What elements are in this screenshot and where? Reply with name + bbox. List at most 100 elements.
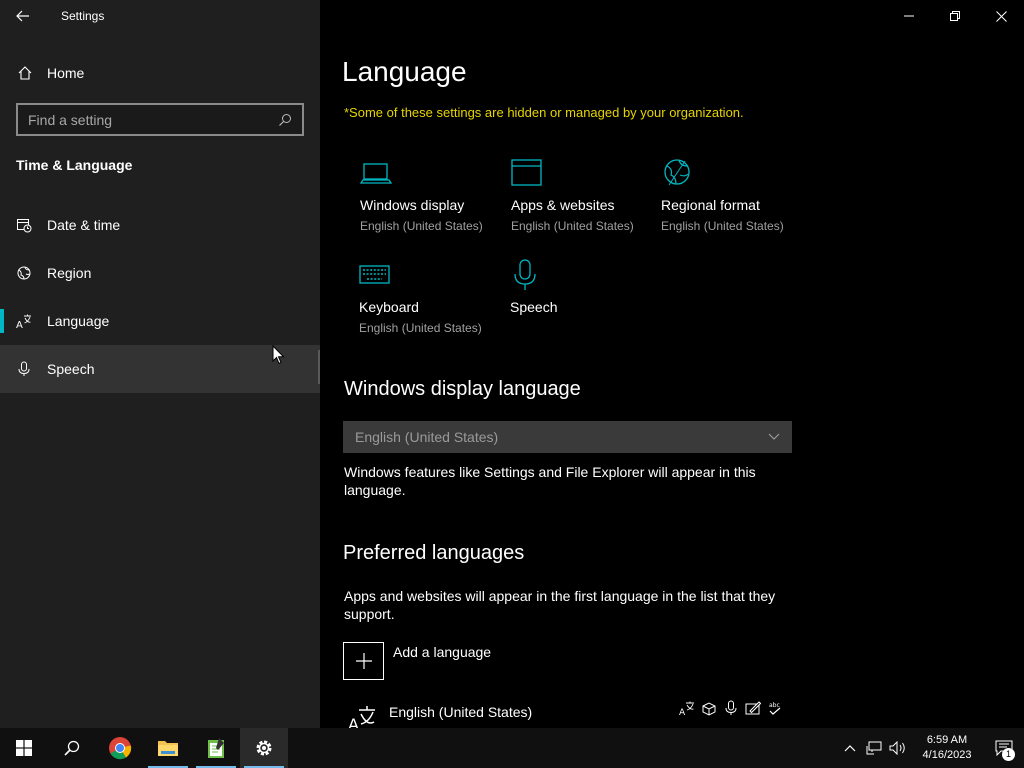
- search-icon: [64, 740, 80, 756]
- date-time-icon: [16, 217, 32, 233]
- close-icon: [995, 10, 1007, 22]
- sidebar-item-language[interactable]: A Language: [0, 297, 320, 345]
- tile-subtitle: English (United States): [360, 219, 483, 233]
- tile-apps-websites[interactable]: Apps & websites English (United States): [511, 157, 661, 233]
- tile-title: Keyboard: [359, 299, 419, 315]
- restore-icon: [950, 11, 960, 21]
- laptop-icon: [359, 157, 510, 189]
- language-icon: A: [16, 313, 32, 329]
- text-to-speech-feature-icon: [702, 702, 716, 716]
- back-arrow-icon: [16, 10, 29, 22]
- taskbar-search-button[interactable]: [48, 728, 96, 768]
- preferred-languages-description: Apps and websites will appear in the fir…: [344, 588, 776, 622]
- add-language-button[interactable]: Add a language: [343, 642, 491, 680]
- tile-subtitle: English (United States): [359, 321, 482, 335]
- page-title: Language: [342, 56, 467, 87]
- folder-icon: [158, 741, 178, 756]
- sidebar-item-label: Region: [47, 265, 92, 281]
- svg-text:A: A: [679, 708, 686, 716]
- back-button[interactable]: [0, 0, 46, 32]
- network-button[interactable]: [862, 728, 886, 768]
- display-language-heading: Windows display language: [344, 378, 581, 400]
- handwriting-feature-icon: [745, 701, 761, 715]
- language-features: A abc: [679, 700, 783, 716]
- browser-window-icon: [511, 157, 661, 189]
- svg-text:abc: abc: [769, 702, 780, 709]
- app-title: Settings: [61, 9, 105, 23]
- search-icon[interactable]: [278, 113, 292, 127]
- show-hidden-icons-button[interactable]: [838, 728, 862, 768]
- action-center-button[interactable]: 1: [984, 728, 1024, 768]
- mouse-cursor-icon: [272, 345, 285, 365]
- close-button[interactable]: [978, 0, 1024, 32]
- notepad-taskbar-button[interactable]: [192, 728, 240, 768]
- notification-badge: 1: [1002, 748, 1015, 761]
- preferred-languages-heading: Preferred languages: [343, 542, 525, 564]
- tile-keyboard[interactable]: Keyboard English (United States): [359, 259, 509, 335]
- regional-format-globe-icon: [661, 157, 811, 189]
- svg-text:A: A: [16, 320, 23, 329]
- tile-windows-display[interactable]: Windows display English (United States): [359, 157, 510, 233]
- speaker-icon: [889, 741, 905, 755]
- volume-button[interactable]: [886, 728, 910, 768]
- org-managed-note: *Some of these settings are hidden or ma…: [344, 105, 744, 120]
- section-title: Time & Language: [16, 157, 133, 173]
- svg-text:A: A: [348, 715, 359, 728]
- spellcheck-feature-icon: abc: [769, 702, 781, 715]
- clock[interactable]: 6:59 AM 4/16/2023: [914, 733, 980, 763]
- start-button[interactable]: [0, 728, 48, 768]
- language-icon: A: [348, 706, 375, 728]
- display-language-description: Windows features like Settings and File …: [344, 464, 756, 498]
- language-name: English (United States): [389, 704, 533, 720]
- keyboard-icon: [359, 259, 509, 291]
- clock-time: 6:59 AM: [926, 734, 968, 746]
- network-icon: [866, 741, 882, 755]
- chrome-taskbar-button[interactable]: [96, 728, 144, 768]
- microphone-icon: [510, 259, 660, 291]
- settings-taskbar-button[interactable]: [240, 728, 288, 768]
- display-language-feature-icon: A: [679, 701, 694, 716]
- window-controls: [886, 0, 1024, 32]
- system-tray: 6:59 AM 4/16/2023 1: [838, 728, 1024, 768]
- taskbar: 6:59 AM 4/16/2023 1: [0, 728, 1024, 768]
- windows-logo-icon: [16, 740, 32, 756]
- tile-title: Apps & websites: [511, 197, 615, 213]
- search-input[interactable]: Find a setting: [16, 103, 304, 136]
- tile-title: Windows display: [360, 197, 465, 213]
- search-placeholder: Find a setting: [28, 111, 113, 128]
- minimize-button[interactable]: [886, 0, 932, 32]
- speech-recognition-feature-icon: [725, 700, 737, 715]
- region-globe-icon: [16, 265, 32, 281]
- title-bar: Settings: [0, 0, 320, 32]
- minimize-icon: [904, 15, 914, 17]
- tile-regional-format[interactable]: Regional format English (United States): [661, 157, 811, 233]
- notepad-icon: [208, 738, 224, 758]
- file-explorer-taskbar-button[interactable]: [144, 728, 192, 768]
- sidebar: Settings Home Find a setting Time & Lang…: [0, 0, 320, 728]
- sidebar-item-date-time[interactable]: Date & time: [0, 201, 320, 249]
- microphone-icon: [16, 361, 32, 377]
- tile-title: Regional format: [661, 197, 760, 213]
- restore-button[interactable]: [932, 0, 978, 32]
- home-label: Home: [47, 65, 85, 81]
- selected-indicator: [0, 309, 4, 333]
- dropdown-value: English (United States): [355, 429, 499, 445]
- sidebar-item-label: Language: [47, 313, 110, 329]
- add-language-label: Add a language: [393, 644, 492, 660]
- gear-icon: [256, 740, 272, 756]
- sidebar-item-label: Speech: [47, 361, 95, 377]
- tile-subtitle: English (United States): [511, 219, 634, 233]
- sidebar-item-label: Date & time: [47, 217, 121, 233]
- chrome-icon: [109, 737, 132, 760]
- chevron-down-icon: [768, 433, 780, 440]
- home-nav-item[interactable]: Home: [0, 53, 320, 93]
- tile-title: Speech: [510, 299, 558, 315]
- sidebar-item-region[interactable]: Region: [0, 249, 320, 297]
- home-icon: [17, 65, 33, 81]
- tile-speech[interactable]: Speech: [510, 259, 660, 315]
- clock-date: 4/16/2023: [922, 749, 972, 761]
- plus-icon: [343, 642, 384, 680]
- language-list-item[interactable]: A English (United States) A abc: [343, 700, 793, 728]
- chevron-up-icon: [844, 745, 856, 752]
- display-language-dropdown[interactable]: English (United States): [343, 421, 792, 453]
